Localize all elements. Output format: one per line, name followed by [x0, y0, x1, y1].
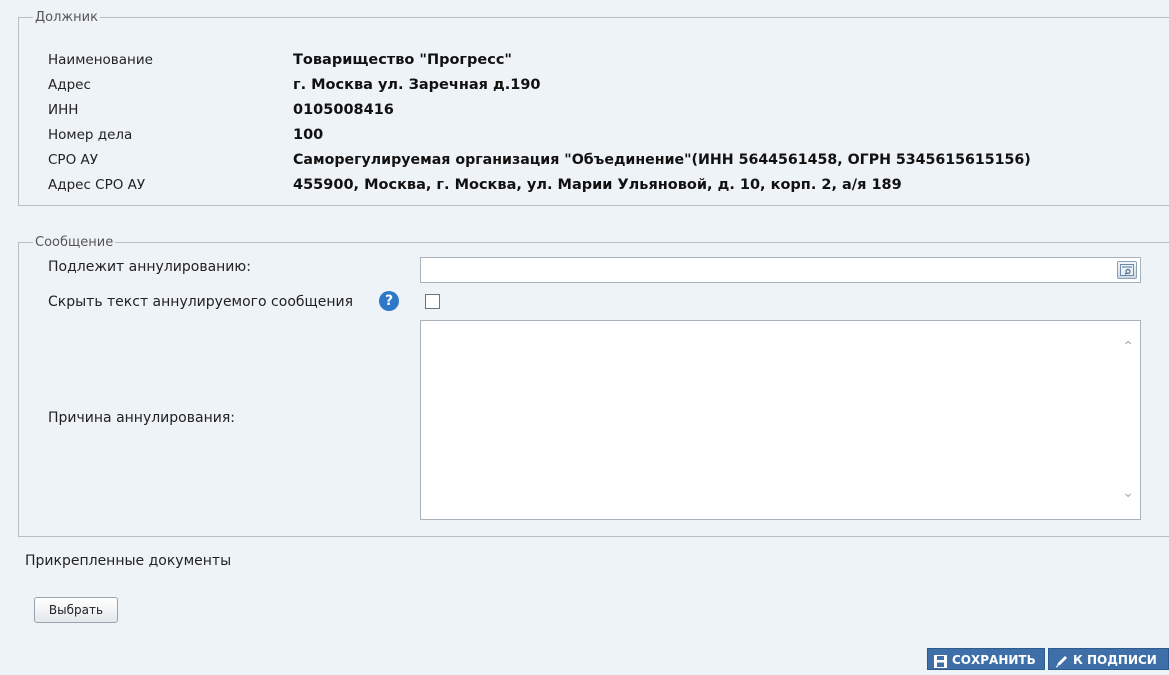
save-button-label: СОХРАНИТЬ — [952, 653, 1036, 667]
debtor-row-label: Адрес — [48, 77, 91, 93]
help-icon[interactable]: ? — [379, 291, 399, 311]
pen-icon — [1055, 653, 1069, 675]
debtor-row-value: 0105008416 — [293, 102, 394, 118]
reason-label: Причина аннулирования: — [48, 410, 235, 426]
debtor-row-value: 100 — [293, 127, 324, 143]
sign-button-label: К ПОДПИСИ — [1073, 653, 1157, 667]
debtor-row-label: ИНН — [48, 102, 79, 118]
hide-text-checkbox[interactable] — [425, 294, 440, 309]
save-button[interactable]: СОХРАНИТЬ — [927, 648, 1045, 670]
debtor-row-value: Саморегулируемая организация "Объединени… — [293, 152, 1031, 168]
debtor-row-label: Адрес СРО АУ — [48, 177, 146, 193]
sign-button[interactable]: К ПОДПИСИ — [1048, 648, 1169, 670]
choose-button[interactable]: Выбрать — [34, 597, 118, 623]
debtor-row-label: Наименование — [48, 52, 153, 68]
cancel-target-input[interactable] — [420, 257, 1141, 283]
debtor-row-value: г. Москва ул. Заречная д.190 — [293, 77, 541, 93]
debtor-legend: Должник — [35, 10, 98, 25]
attached-documents-label: Прикрепленные документы — [25, 553, 232, 569]
floppy-disk-icon — [934, 653, 947, 675]
hide-text-label: Скрыть текст аннулируемого сообщения — [48, 294, 353, 310]
cancel-target-label: Подлежит аннулированию: — [48, 259, 251, 275]
reason-textarea[interactable]: ⌃ ⌄ — [420, 320, 1141, 520]
debtor-row-value: Товарищество "Прогресс" — [293, 52, 512, 68]
debtor-row-label: СРО АУ — [48, 152, 98, 168]
debtor-row-value: 455900, Москва, г. Москва, ул. Марии Уль… — [293, 177, 902, 193]
message-legend: Сообщение — [35, 235, 114, 250]
lookup-icon[interactable] — [1117, 261, 1137, 279]
debtor-row-label: Номер дела — [48, 127, 133, 143]
scroll-down-icon[interactable]: ⌄ — [1122, 485, 1134, 501]
scroll-up-icon[interactable]: ⌃ — [1122, 339, 1134, 355]
